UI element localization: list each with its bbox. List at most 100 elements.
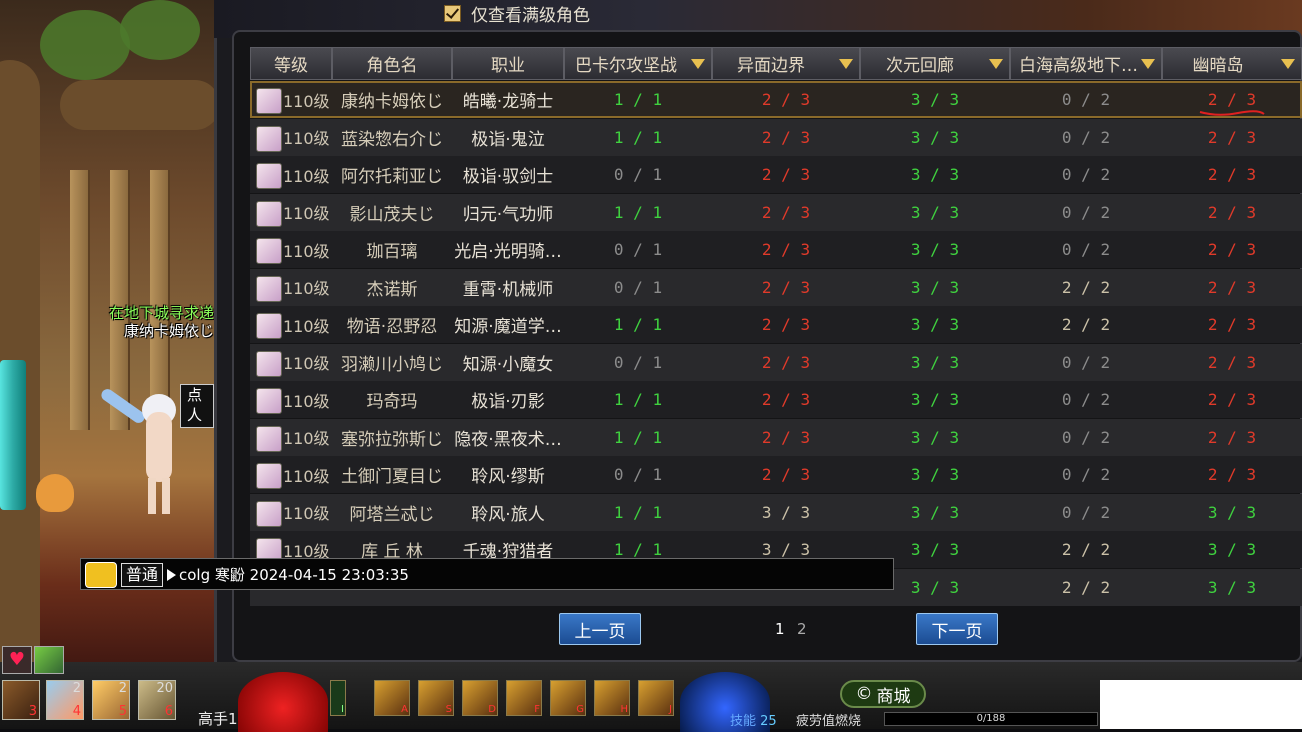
column-dungeon-5[interactable]: 幽暗岛 bbox=[1162, 47, 1302, 80]
skill-points: 25 bbox=[760, 714, 777, 729]
column-job[interactable]: 职业 bbox=[452, 47, 564, 80]
pet-fox bbox=[36, 474, 74, 512]
row-job: 极诣·驭剑士 bbox=[462, 167, 554, 187]
row-level: 110级 bbox=[283, 91, 330, 111]
row-level: 110级 bbox=[283, 166, 330, 186]
column-dungeon-2[interactable]: 异面边界 bbox=[712, 47, 860, 80]
quick-slot[interactable]: 3 bbox=[2, 680, 40, 720]
shop-button[interactable]: © 商城 bbox=[840, 680, 926, 708]
hud-blank-area bbox=[1100, 680, 1302, 729]
row-level: 110级 bbox=[283, 241, 330, 261]
row-level: 110级 bbox=[283, 279, 330, 298]
dropdown-arrow-icon[interactable] bbox=[1281, 59, 1295, 69]
dropdown-arrow-icon[interactable] bbox=[691, 59, 705, 69]
row-clear-count-1: 0 / 1 bbox=[613, 352, 663, 372]
skill-hotkey: S bbox=[445, 704, 452, 715]
row-level: 110级 bbox=[283, 391, 330, 411]
row-clear-count-4: 2 / 2 bbox=[1061, 277, 1111, 297]
portal-beam bbox=[0, 360, 26, 510]
row-clear-count-3: 3 / 3 bbox=[910, 502, 960, 522]
table-header: 等级 角色名 职业 巴卡尔攻坚战 异面边界 次元回廊 白海高级地下… 幽暗岛 bbox=[250, 47, 1302, 81]
skill-slot[interactable]: D bbox=[462, 680, 498, 716]
row-character-name: 阿尔托莉亚じ bbox=[341, 167, 443, 187]
table-row[interactable]: 110级 杰诺斯 重霄·机械师 0 / 1 2 / 3 3 / 3 2 / 2 2 / 3 bbox=[250, 268, 1302, 306]
row-character-name: 玛奇玛 bbox=[366, 392, 418, 412]
row-clear-count-5: 2 / 3 bbox=[1207, 427, 1257, 447]
slot-count: 2 bbox=[118, 681, 127, 696]
foliage bbox=[120, 0, 200, 60]
row-clear-count-3: 3 / 3 bbox=[910, 427, 960, 447]
chat-face-icon[interactable] bbox=[85, 562, 117, 588]
column-dungeon-1[interactable]: 巴卡尔攻坚战 bbox=[564, 47, 712, 80]
skill-slot[interactable]: J bbox=[638, 680, 674, 716]
buff-icon[interactable] bbox=[34, 646, 64, 674]
character-avatar-icon bbox=[256, 388, 282, 414]
row-clear-count-4: 2 / 2 bbox=[1061, 577, 1111, 597]
dropdown-arrow-icon[interactable] bbox=[989, 59, 1003, 69]
skill-slot[interactable]: F bbox=[506, 680, 542, 716]
table-row[interactable]: 110级 蓝染惣右介じ 极诣·鬼泣 1 / 1 2 / 3 3 / 3 0 / 2 2 / 3 bbox=[250, 118, 1302, 156]
slot-key: 5 bbox=[118, 704, 127, 719]
slot-key: 6 bbox=[164, 704, 173, 719]
skill-slot[interactable]: A bbox=[374, 680, 410, 716]
row-clear-count-5: 2 / 3 bbox=[1207, 315, 1257, 334]
table-row[interactable]: 110级 羽濑川小鸠じ 知源·小魔女 0 / 1 2 / 3 3 / 3 0 / 2 2 / … bbox=[250, 343, 1302, 381]
quick-slot[interactable]: 24 bbox=[46, 680, 84, 720]
chat-message: colg 寒鼢 2024-04-15 23:03:35 bbox=[179, 566, 409, 584]
skill-hotkey: G bbox=[576, 704, 584, 715]
table-row[interactable]: 110级 影山茂夫じ 归元·气功师 1 / 1 2 / 3 3 / 3 0 / 2 2 / 3 bbox=[250, 193, 1302, 231]
dropdown-arrow-icon[interactable] bbox=[839, 59, 853, 69]
column-dungeon-3[interactable]: 次元回廊 bbox=[860, 47, 1010, 80]
column-dungeon-4[interactable]: 白海高级地下… bbox=[1010, 47, 1162, 80]
page-number-current[interactable]: 1 bbox=[775, 620, 785, 638]
max-level-filter-label: 仅查看满级角色 bbox=[471, 5, 590, 26]
skill-slot[interactable]: G bbox=[550, 680, 586, 716]
row-clear-count-5: 2 / 3 bbox=[1207, 165, 1257, 184]
column-label: 白海高级地下… bbox=[1019, 56, 1138, 76]
column-level[interactable]: 等级 bbox=[250, 47, 332, 80]
row-clear-count-3: 3 / 3 bbox=[910, 277, 960, 297]
page-number[interactable]: 2 bbox=[797, 620, 807, 638]
skill-slot[interactable]: S bbox=[418, 680, 454, 716]
table-row[interactable]: 110级 塞弥拉弥斯じ 隐夜·黑夜术… 1 / 1 2 / 3 3 / 3 0 / 2 2 /… bbox=[250, 418, 1302, 456]
row-clear-count-3: 3 / 3 bbox=[910, 90, 960, 109]
row-clear-count-2: 2 / 3 bbox=[761, 202, 811, 222]
chat-channel[interactable]: 普通 bbox=[121, 563, 164, 587]
table-row[interactable]: 110级 土御门夏目じ 聆风·缪斯 0 / 1 2 / 3 3 / 3 0 / 2 2 / 3 bbox=[250, 456, 1302, 493]
table-row[interactable]: 110级 珈百璃 光启·光明骑… 0 / 1 2 / 3 3 / 3 0 / 2 2 / 3 bbox=[250, 231, 1302, 268]
dropdown-arrow-icon[interactable] bbox=[1141, 59, 1155, 69]
skill-slot[interactable]: I bbox=[330, 680, 346, 716]
heart-icon[interactable]: ♥ bbox=[2, 646, 32, 674]
skill-hotkey: J bbox=[669, 704, 672, 715]
row-job: 聆风·旅人 bbox=[471, 504, 545, 525]
row-clear-count-3: 3 / 3 bbox=[910, 315, 960, 334]
skill-hotkey: F bbox=[534, 704, 540, 715]
player-character[interactable] bbox=[99, 386, 188, 515]
row-character-name: 羽濑川小鸠じ bbox=[341, 354, 443, 375]
quick-slot[interactable]: 20 6 bbox=[138, 680, 176, 720]
next-page-button[interactable]: 下一页 bbox=[916, 613, 998, 645]
max-level-checkbox[interactable] bbox=[444, 4, 461, 22]
prev-page-button[interactable]: 上一页 bbox=[559, 613, 641, 645]
row-clear-count-3: 3 / 3 bbox=[910, 165, 960, 184]
fatigue-label: 疲劳值燃烧 bbox=[796, 714, 862, 729]
max-level-filter[interactable]: 仅查看满级角色 bbox=[444, 0, 590, 26]
skill-label-text: 技能 bbox=[730, 714, 757, 729]
row-clear-count-1: 1 / 1 bbox=[613, 315, 663, 334]
row-job: 归元·气功师 bbox=[462, 204, 554, 225]
table-row[interactable]: 110级 阿尔托莉亚じ 极诣·驭剑士 0 / 1 2 / 3 3 / 3 0 / 2 2 / … bbox=[250, 156, 1302, 193]
skill-slot[interactable]: H bbox=[594, 680, 630, 716]
row-level: 110级 bbox=[283, 466, 330, 486]
table-row[interactable]: 110级 康纳卡姆依じ 皓曦·龙骑士 1 / 12 / 33 / 30 / 22 / … bbox=[250, 81, 1302, 118]
tree-branch bbox=[60, 80, 214, 130]
row-clear-count-3: 3 / 3 bbox=[910, 240, 960, 259]
column-name[interactable]: 角色名 bbox=[332, 47, 452, 80]
row-clear-count-5: 2 / 3 bbox=[1207, 465, 1257, 484]
table-row[interactable]: 110级 阿塔兰忒じ 聆风·旅人 1 / 1 3 / 3 3 / 3 0 / 2 3 / 3 bbox=[250, 493, 1302, 531]
character-avatar-icon bbox=[256, 275, 282, 302]
row-clear-count-4: 0 / 2 bbox=[1061, 90, 1111, 109]
table-row[interactable]: 110级 玛奇玛 极诣·刃影 1 / 1 2 / 3 3 / 3 0 / 2 2 / 3 bbox=[250, 381, 1302, 418]
quick-slot[interactable]: 25 bbox=[92, 680, 130, 720]
column-label: 巴卡尔攻坚战 bbox=[575, 56, 677, 76]
table-row[interactable]: 110级 物语·忍野忍 知源·魔道学… 1 / 1 2 / 3 3 / 3 2 / 2 2 /… bbox=[250, 306, 1302, 343]
